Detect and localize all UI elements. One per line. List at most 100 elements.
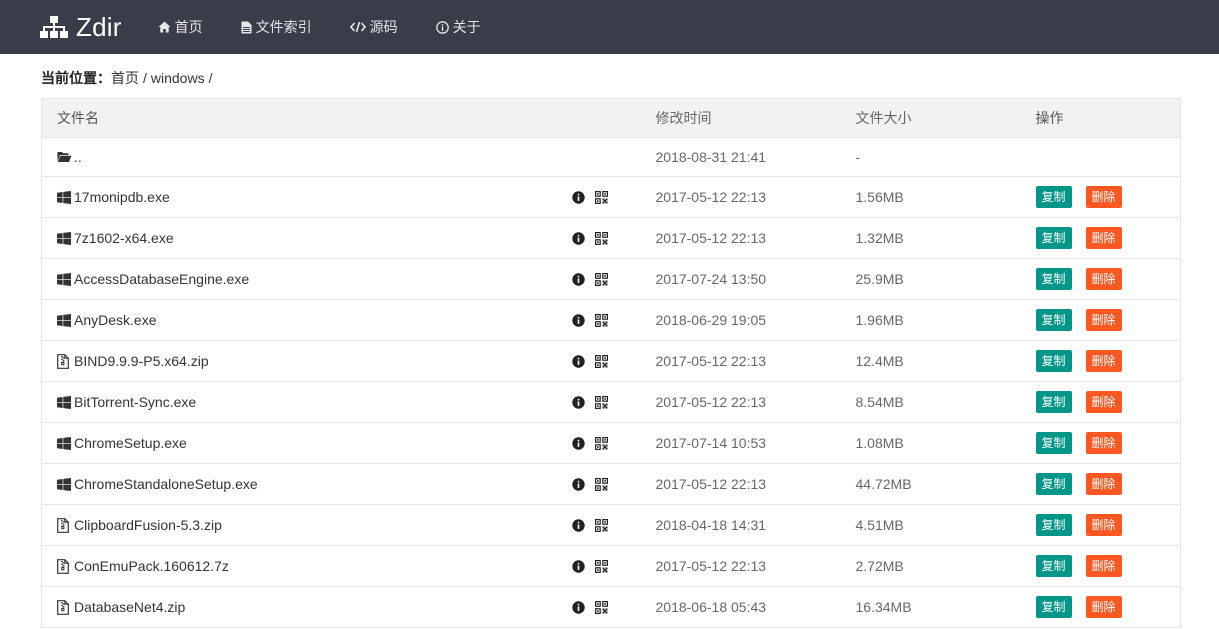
windows-icon bbox=[57, 313, 72, 327]
delete-button[interactable]: 删除 bbox=[1085, 555, 1122, 577]
copy-button[interactable]: 复制 bbox=[1035, 596, 1072, 618]
nav-item-home[interactable]: 首页 bbox=[158, 0, 203, 54]
copy-button[interactable]: 复制 bbox=[1035, 186, 1072, 208]
copy-button[interactable]: 复制 bbox=[1035, 227, 1072, 249]
header-actions-spacer bbox=[571, 98, 656, 138]
file-modified-time: 2017-05-12 22:13 bbox=[655, 176, 856, 218]
file-info-icon[interactable] bbox=[571, 272, 585, 286]
table-row[interactable]: ConEmuPack.160612.7z 2017-05-12 22:13 2.… bbox=[41, 545, 1181, 587]
file-name-link[interactable]: ChromeStandaloneSetup.exe bbox=[74, 476, 258, 492]
qrcode-icon[interactable] bbox=[594, 559, 608, 573]
file-modified-time: 2017-05-12 22:13 bbox=[655, 381, 856, 423]
table-row[interactable]: AnyDesk.exe 2018-06-29 19:05 1.96MB 复制 删… bbox=[41, 299, 1181, 341]
file-name-link[interactable]: BIND9.9.9-P5.x64.zip bbox=[74, 353, 209, 369]
copy-button[interactable]: 复制 bbox=[1035, 432, 1072, 454]
qrcode-icon[interactable] bbox=[594, 395, 608, 409]
file-name-link[interactable]: ClipboardFusion-5.3.zip bbox=[74, 517, 222, 533]
table-row[interactable]: ChromeStandaloneSetup.exe 2017-05-12 22:… bbox=[41, 463, 1181, 505]
file-size: 1.56MB bbox=[855, 176, 1036, 218]
delete-button[interactable]: 删除 bbox=[1085, 227, 1122, 249]
file-modified-time: 2017-05-12 22:13 bbox=[655, 545, 856, 587]
delete-button[interactable]: 删除 bbox=[1085, 514, 1122, 536]
delete-button[interactable]: 删除 bbox=[1085, 268, 1122, 290]
delete-button[interactable]: 删除 bbox=[1085, 596, 1122, 618]
breadcrumb-separator: / bbox=[143, 70, 147, 86]
table-row[interactable]: BitTorrent-Sync.exe 2017-05-12 22:13 8.5… bbox=[41, 381, 1181, 423]
table-row[interactable]: 7z1602-x64.exe 2017-05-12 22:13 1.32MB 复… bbox=[41, 217, 1181, 259]
file-info-icon[interactable] bbox=[571, 559, 585, 573]
nav-item-about[interactable]: 关于 bbox=[435, 0, 481, 54]
table-row[interactable]: ChromeSetup.exe 2017-07-14 10:53 1.08MB … bbox=[41, 422, 1181, 464]
delete-button[interactable]: 删除 bbox=[1085, 473, 1122, 495]
file-info-icon[interactable] bbox=[571, 190, 585, 204]
file-name-link[interactable]: BitTorrent-Sync.exe bbox=[74, 394, 196, 410]
file-size: 44.72MB bbox=[855, 463, 1036, 505]
breadcrumb: 当前位置： 首页 / windows / bbox=[41, 54, 1181, 98]
file-info-icon[interactable] bbox=[571, 354, 585, 368]
file-name-link[interactable]: DatabaseNet4.zip bbox=[74, 599, 185, 615]
file-modified-time: 2017-05-12 22:13 bbox=[655, 463, 856, 505]
nav-item-source[interactable]: 源码 bbox=[349, 0, 398, 54]
delete-button[interactable]: 删除 bbox=[1085, 309, 1122, 331]
copy-button[interactable]: 复制 bbox=[1035, 350, 1072, 372]
file-modified-time: 2017-05-12 22:13 bbox=[655, 217, 856, 259]
qrcode-icon[interactable] bbox=[594, 272, 608, 286]
nav-item-file-index[interactable]: 文件索引 bbox=[241, 0, 312, 54]
qrcode-icon[interactable] bbox=[594, 436, 608, 450]
copy-button[interactable]: 复制 bbox=[1035, 391, 1072, 413]
delete-button[interactable]: 删除 bbox=[1085, 350, 1122, 372]
copy-button[interactable]: 复制 bbox=[1035, 514, 1072, 536]
parent-file-size: - bbox=[855, 137, 1036, 177]
qrcode-icon[interactable] bbox=[594, 477, 608, 491]
copy-button[interactable]: 复制 bbox=[1035, 309, 1072, 331]
qrcode-icon[interactable] bbox=[594, 354, 608, 368]
qrcode-icon[interactable] bbox=[594, 190, 608, 204]
breadcrumb-separator: / bbox=[208, 70, 213, 86]
table-row[interactable]: 17monipdb.exe 2017-05-12 22:13 1.56MB 复制… bbox=[41, 176, 1181, 218]
table-row-parent-directory[interactable]: .. 2018-08-31 21:41 - bbox=[41, 137, 1181, 177]
copy-button[interactable]: 复制 bbox=[1035, 555, 1072, 577]
breadcrumb-home-link[interactable]: 首页 bbox=[111, 68, 139, 88]
nav-label-file-index: 文件索引 bbox=[255, 19, 312, 35]
file-name-link[interactable]: ChromeSetup.exe bbox=[74, 435, 187, 451]
windows-icon bbox=[57, 395, 72, 409]
table-row[interactable]: DatabaseNet4.zip 2018-06-18 05:43 16.34M… bbox=[41, 586, 1181, 628]
qrcode-icon[interactable] bbox=[594, 600, 608, 614]
table-row[interactable]: BIND9.9.9-P5.x64.zip 2017-05-12 22:13 12… bbox=[41, 340, 1181, 382]
nav-label-home: 首页 bbox=[174, 19, 203, 35]
delete-button[interactable]: 删除 bbox=[1085, 432, 1122, 454]
home-icon bbox=[158, 21, 171, 33]
file-modified-time: 2018-06-29 19:05 bbox=[655, 299, 856, 341]
file-name-link[interactable]: 17monipdb.exe bbox=[74, 189, 170, 205]
qrcode-icon[interactable] bbox=[594, 518, 608, 532]
file-info-icon[interactable] bbox=[571, 477, 585, 491]
file-info-icon[interactable] bbox=[571, 600, 585, 614]
file-name-link[interactable]: AccessDatabaseEngine.exe bbox=[74, 271, 249, 287]
table-row[interactable]: AccessDatabaseEngine.exe 2017-07-24 13:5… bbox=[41, 258, 1181, 300]
breadcrumb-label: 当前位置： bbox=[41, 70, 111, 86]
file-name-link[interactable]: 7z1602-x64.exe bbox=[74, 230, 174, 246]
parent-directory-link[interactable]: .. bbox=[74, 149, 82, 165]
qrcode-icon[interactable] bbox=[594, 313, 608, 327]
file-name-link[interactable]: AnyDesk.exe bbox=[74, 312, 156, 328]
copy-button[interactable]: 复制 bbox=[1035, 268, 1072, 290]
breadcrumb-folder-link[interactable]: windows bbox=[151, 70, 205, 86]
info-icon bbox=[435, 20, 449, 34]
sitemap-icon bbox=[40, 15, 68, 39]
file-info-icon[interactable] bbox=[571, 231, 585, 245]
table-row[interactable]: ClipboardFusion-5.3.zip 2018-04-18 14:31… bbox=[41, 504, 1181, 546]
parent-modified-time: 2018-08-31 21:41 bbox=[655, 137, 856, 177]
file-table: 文件名 修改时间 文件大小 操作 .. 2018-08-31 21:41 - 1… bbox=[41, 98, 1181, 628]
file-info-icon[interactable] bbox=[571, 518, 585, 532]
windows-icon bbox=[57, 190, 72, 204]
file-info-icon[interactable] bbox=[571, 313, 585, 327]
brand-logo[interactable]: Zdir bbox=[40, 12, 122, 43]
file-info-icon[interactable] bbox=[571, 436, 585, 450]
delete-button[interactable]: 删除 bbox=[1085, 391, 1122, 413]
copy-button[interactable]: 复制 bbox=[1035, 473, 1072, 495]
file-info-icon[interactable] bbox=[571, 395, 585, 409]
delete-button[interactable]: 删除 bbox=[1085, 186, 1122, 208]
file-name-link[interactable]: ConEmuPack.160612.7z bbox=[74, 558, 229, 574]
qrcode-icon[interactable] bbox=[594, 231, 608, 245]
top-navbar: Zdir 首页 文件索引 源码 关于 bbox=[0, 0, 1219, 54]
